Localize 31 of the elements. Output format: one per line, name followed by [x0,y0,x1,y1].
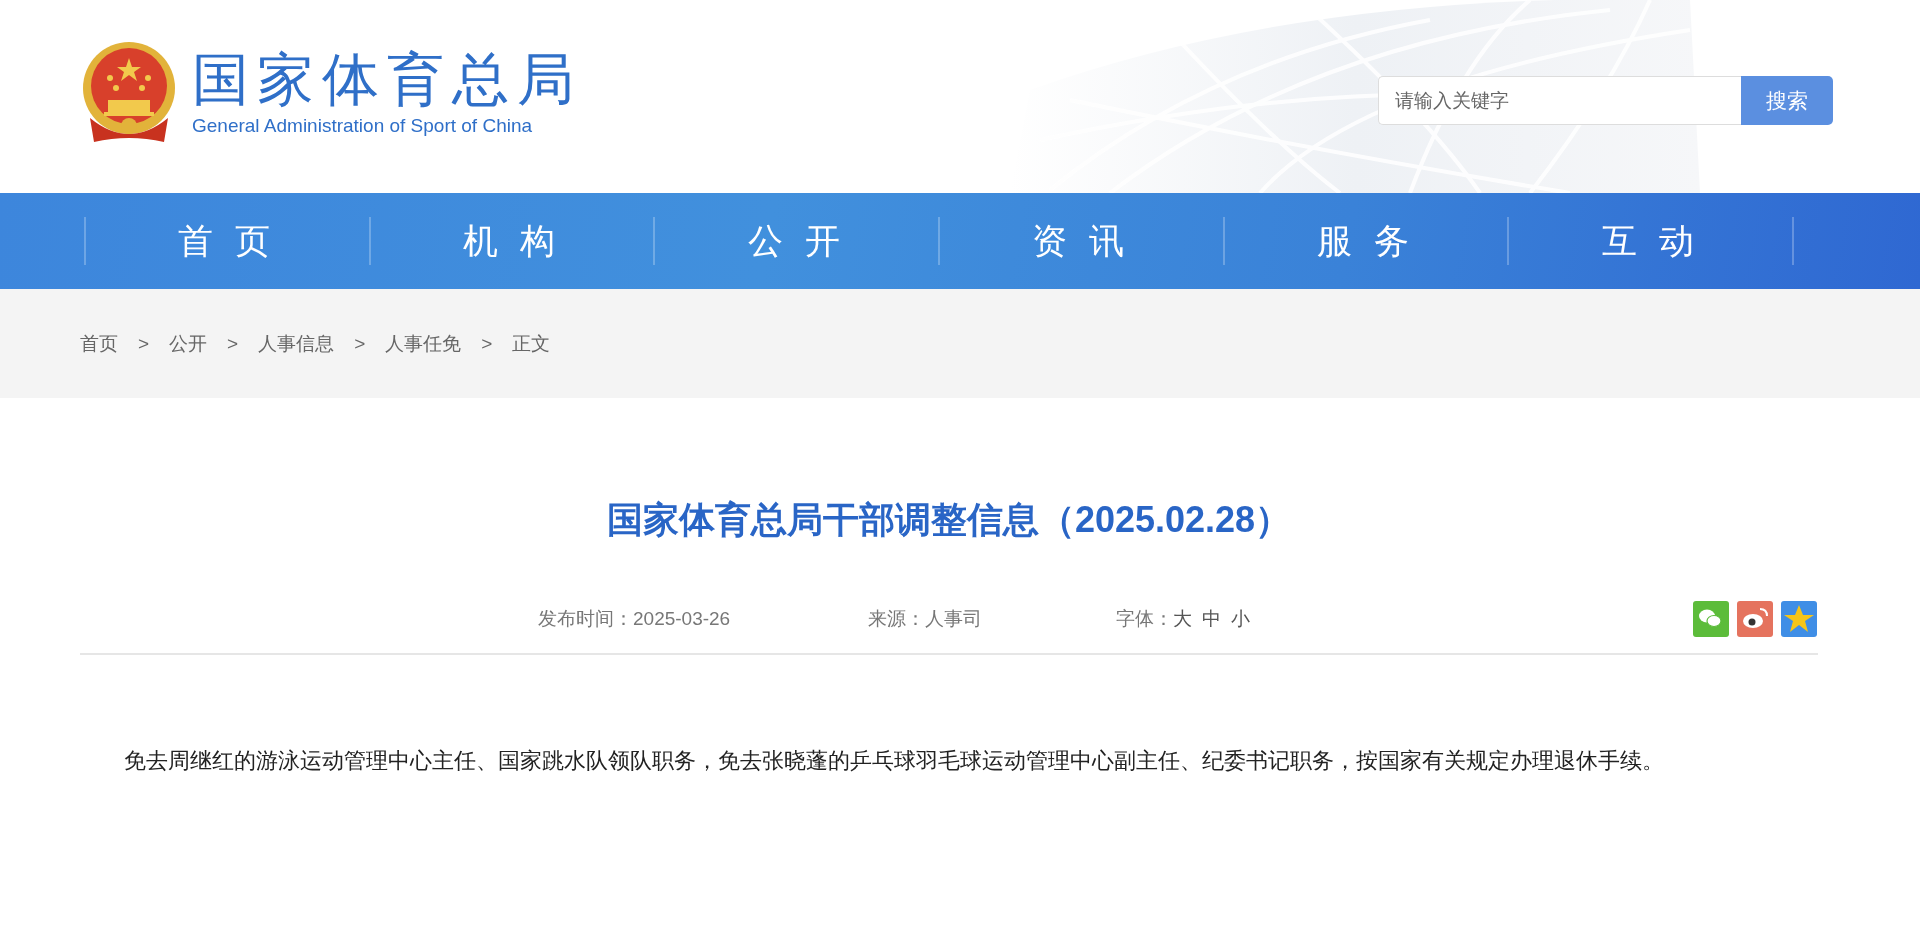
breadcrumb-separator: > [481,332,493,355]
article-body: 免去周继红的游泳运动管理中心主任、国家跳水队领队职务，免去张晓蓬的乒乓球羽毛球运动管理中心副主任、纪委书记职务，按国家有关规定办理退休手续。 [123,747,1665,776]
breadcrumb-link[interactable]: 正文 [512,330,551,357]
site-title: 国家体育总局 [192,48,582,111]
nav-link[interactable]: 公 开 [747,217,846,265]
site-subtitle: General Administration of Sport of China [192,114,534,137]
breadcrumb-link[interactable]: 公开 [169,330,208,357]
font-size-label: 字体： [1116,607,1174,632]
nav-link[interactable]: 资 讯 [1032,217,1131,265]
publish-date: 2025-03-26 [633,608,731,631]
font-size-link[interactable]: 中 [1202,606,1222,633]
breadcrumb-separator: > [227,332,239,355]
source-label: 来源： [868,607,926,632]
nav-link[interactable]: 机 构 [463,217,561,265]
breadcrumb-link[interactable]: 人事任免 [385,330,462,357]
publish-date-label: 发布时间： [538,607,633,632]
nav-link[interactable]: 互 动 [1601,217,1700,265]
font-size-link[interactable]: 小 [1231,606,1251,633]
wechat-icon[interactable] [1692,600,1730,639]
weibo-icon[interactable] [1736,600,1774,639]
font-size-link[interactable]: 大 [1173,606,1193,633]
search-button[interactable]: 搜索 [1741,76,1833,125]
search-field[interactable]: 请输入关键字 [1378,76,1741,125]
nav-link[interactable]: 首 页 [178,217,277,265]
breadcrumb-separator: > [138,332,150,355]
breadcrumb-link[interactable]: 首页 [80,330,118,357]
breadcrumb-link[interactable]: 人事信息 [258,330,335,357]
source-value: 人事司 [925,607,983,632]
nav-link[interactable]: 服 务 [1317,217,1415,265]
article-title: 国家体育总局干部调整信息（2025.02.28） [605,498,1293,542]
breadcrumb-separator: > [354,332,366,355]
